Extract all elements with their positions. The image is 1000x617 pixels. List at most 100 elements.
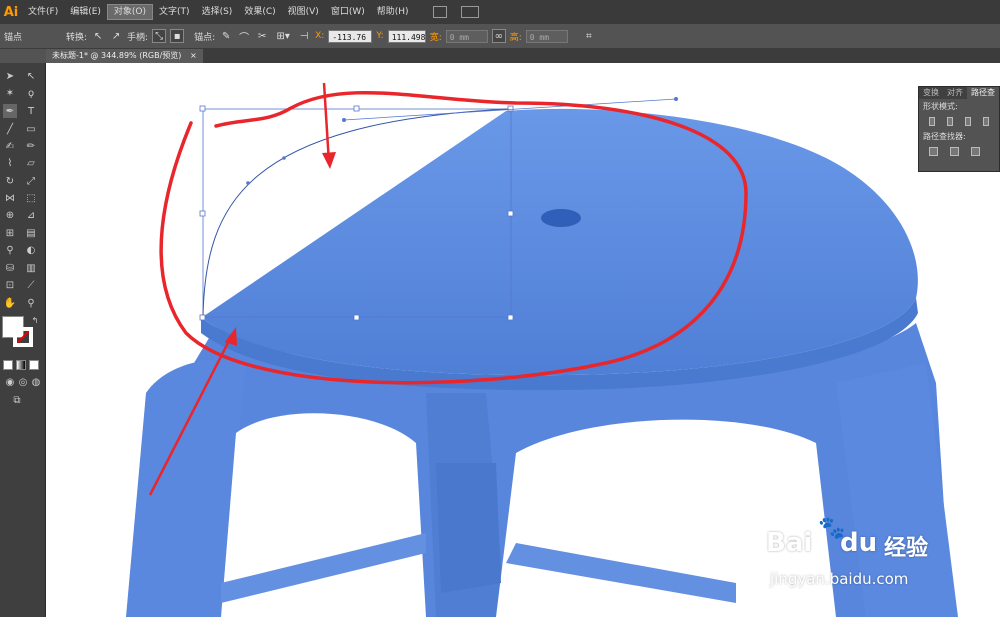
- document-tab-bar: 未标题-1* @ 344.89% (RGB/预览) ×: [46, 49, 1000, 63]
- trim-icon[interactable]: [950, 147, 959, 156]
- line-tool-icon[interactable]: ╱: [3, 122, 17, 136]
- magic-wand-tool-icon[interactable]: ✶: [3, 86, 17, 100]
- bbox-handle: [507, 105, 514, 112]
- transform-icon[interactable]: ⌗: [582, 29, 596, 43]
- y-field[interactable]: 111.498: [387, 29, 426, 43]
- zoom-tool-icon[interactable]: ⚲: [24, 296, 38, 310]
- draw-inside-icon[interactable]: ◍: [29, 375, 43, 389]
- direct-selection-tool-icon[interactable]: ↖: [24, 69, 38, 83]
- gradient-tool-icon[interactable]: ▤: [24, 226, 38, 240]
- perspective-grid-tool-icon[interactable]: ⊿: [24, 208, 38, 222]
- pathfinders-label: 路径查找器:: [923, 132, 966, 141]
- menu-window[interactable]: 窗口(W): [325, 4, 371, 20]
- direction-handle-point: [342, 118, 346, 122]
- annotation-arrowhead-down: [322, 152, 336, 169]
- hide-handles-icon[interactable]: ▪: [170, 29, 185, 43]
- bbox-handle: [199, 314, 206, 321]
- bbox-handle: [353, 105, 360, 112]
- tab-pathfinder[interactable]: 路径查: [967, 87, 999, 99]
- rotate-tool-icon[interactable]: ↻: [3, 174, 17, 188]
- pathfinder-panel: 变换 对齐 路径查 形状模式: 路径查找器:: [918, 86, 1000, 172]
- exclude-icon[interactable]: [983, 117, 989, 126]
- arrange-documents-icon[interactable]: [460, 6, 479, 18]
- free-transform-tool-icon[interactable]: ⬚: [24, 191, 38, 205]
- constrain-proportions-icon[interactable]: ∞: [491, 29, 506, 43]
- y-label: Y:: [376, 31, 384, 41]
- baidu-watermark: Bai 🐾 du 经验 jingyan.baidu.com: [766, 516, 966, 596]
- close-tab-icon[interactable]: ×: [190, 51, 197, 60]
- remove-anchor-icon[interactable]: ✎: [219, 29, 233, 43]
- menu-effect[interactable]: 效果(C): [238, 4, 281, 20]
- merge-icon[interactable]: [971, 147, 980, 156]
- anchor-label: 锚点:: [194, 32, 216, 43]
- gradient-mode-icon[interactable]: [16, 360, 26, 370]
- menu-edit[interactable]: 编辑(E): [64, 4, 107, 20]
- blob-brush-tool-icon[interactable]: ⌇: [3, 156, 17, 170]
- cut-path-icon[interactable]: ✂: [255, 29, 269, 43]
- pen-tool-icon[interactable]: ✒: [3, 104, 17, 118]
- blend-tool-icon[interactable]: ◐: [24, 243, 38, 257]
- stroke-swatch[interactable]: [13, 327, 33, 347]
- none-mode-icon[interactable]: [29, 360, 39, 370]
- show-handles-icon[interactable]: ⤡: [152, 29, 167, 43]
- isolate-icon[interactable]: ⊞▾: [273, 29, 293, 43]
- slice-tool-icon[interactable]: ⟋: [24, 278, 38, 292]
- selection-type-label: 锚点: [4, 32, 23, 43]
- mesh-tool-icon[interactable]: ⊞: [3, 226, 17, 240]
- tools-panel: ➤ ↖ ✶ ϙ ✒ T ╱ ▭ ✍ ✏ ⌇ ▱ ↻ ⤢ ⋈ ⬚ ⊕ ⊿ ⊞ ▤ …: [0, 63, 46, 617]
- bbox-handle: [507, 314, 514, 321]
- stool-seat-hole: [541, 209, 581, 227]
- type-tool-icon[interactable]: T: [24, 104, 38, 118]
- bridge-icon[interactable]: [432, 6, 447, 18]
- eraser-tool-icon[interactable]: ▱: [24, 156, 38, 170]
- convert-smooth-icon[interactable]: ↗: [109, 29, 123, 43]
- document-tab[interactable]: 未标题-1* @ 344.89% (RGB/预览) ×: [46, 49, 203, 63]
- screen-mode-icon[interactable]: ⧉: [10, 393, 24, 407]
- connect-anchor-icon[interactable]: ⌒: [237, 29, 251, 44]
- draw-behind-icon[interactable]: ◎: [16, 375, 30, 389]
- width-tool-icon[interactable]: ⋈: [3, 191, 17, 205]
- unite-icon[interactable]: [929, 117, 935, 126]
- watermark-url: jingyan.baidu.com: [770, 570, 909, 588]
- stool-seat: [201, 108, 918, 376]
- lasso-tool-icon[interactable]: ϙ: [24, 86, 38, 100]
- color-mode-icon[interactable]: [3, 360, 13, 370]
- rectangle-tool-icon[interactable]: ▭: [24, 122, 38, 136]
- convert-label: 转换:: [66, 32, 88, 43]
- app-logo: Ai: [3, 4, 19, 20]
- shape-builder-tool-icon[interactable]: ⊕: [3, 208, 17, 222]
- minus-front-icon[interactable]: [947, 117, 953, 126]
- pencil-tool-icon[interactable]: ✏: [24, 139, 38, 153]
- scale-tool-icon[interactable]: ⤢: [24, 174, 38, 188]
- height-field[interactable]: 0 mm: [525, 29, 568, 43]
- width-field[interactable]: 0 mm: [445, 29, 488, 43]
- draw-normal-icon[interactable]: ◉: [3, 375, 17, 389]
- eyedropper-tool-icon[interactable]: ⚲: [3, 243, 17, 257]
- x-field[interactable]: -113.76: [328, 29, 373, 43]
- watermark-chinese: 经验: [884, 536, 929, 561]
- intersect-icon[interactable]: [965, 117, 971, 126]
- divide-icon[interactable]: [929, 147, 938, 156]
- convert-corner-icon[interactable]: ↖: [91, 29, 105, 43]
- bbox-handle: [507, 210, 514, 217]
- align-icon[interactable]: ⊣: [297, 29, 311, 43]
- selection-tool-icon[interactable]: ➤: [3, 69, 17, 83]
- artboard-tool-icon[interactable]: ⊡: [3, 278, 17, 292]
- control-bar: 锚点 转换: ↖ ↗ 手柄: ⤡ ▪ 锚点: ✎ ⌒ ✂ ⊞▾ ⊣ X: -11…: [0, 24, 1000, 49]
- hand-tool-icon[interactable]: ✋: [3, 296, 17, 310]
- bbox-handle: [199, 105, 206, 112]
- height-label: 高:: [509, 32, 522, 43]
- x-label: X:: [315, 31, 325, 41]
- tab-transform[interactable]: 变换: [919, 87, 943, 99]
- menu-object[interactable]: 对象(O): [106, 4, 154, 20]
- menu-type[interactable]: 文字(T): [153, 4, 196, 20]
- column-graph-tool-icon[interactable]: ▥: [24, 261, 38, 275]
- paintbrush-tool-icon[interactable]: ✍: [3, 139, 17, 153]
- symbol-sprayer-tool-icon[interactable]: ⛁: [3, 261, 17, 275]
- menu-view[interactable]: 视图(V): [282, 4, 325, 20]
- swap-fill-stroke-icon[interactable]: ↰: [28, 313, 42, 327]
- tab-align[interactable]: 对齐: [943, 87, 967, 99]
- menu-file[interactable]: 文件(F): [22, 4, 64, 20]
- menu-help[interactable]: 帮助(H): [371, 4, 415, 20]
- menu-select[interactable]: 选择(S): [196, 4, 239, 20]
